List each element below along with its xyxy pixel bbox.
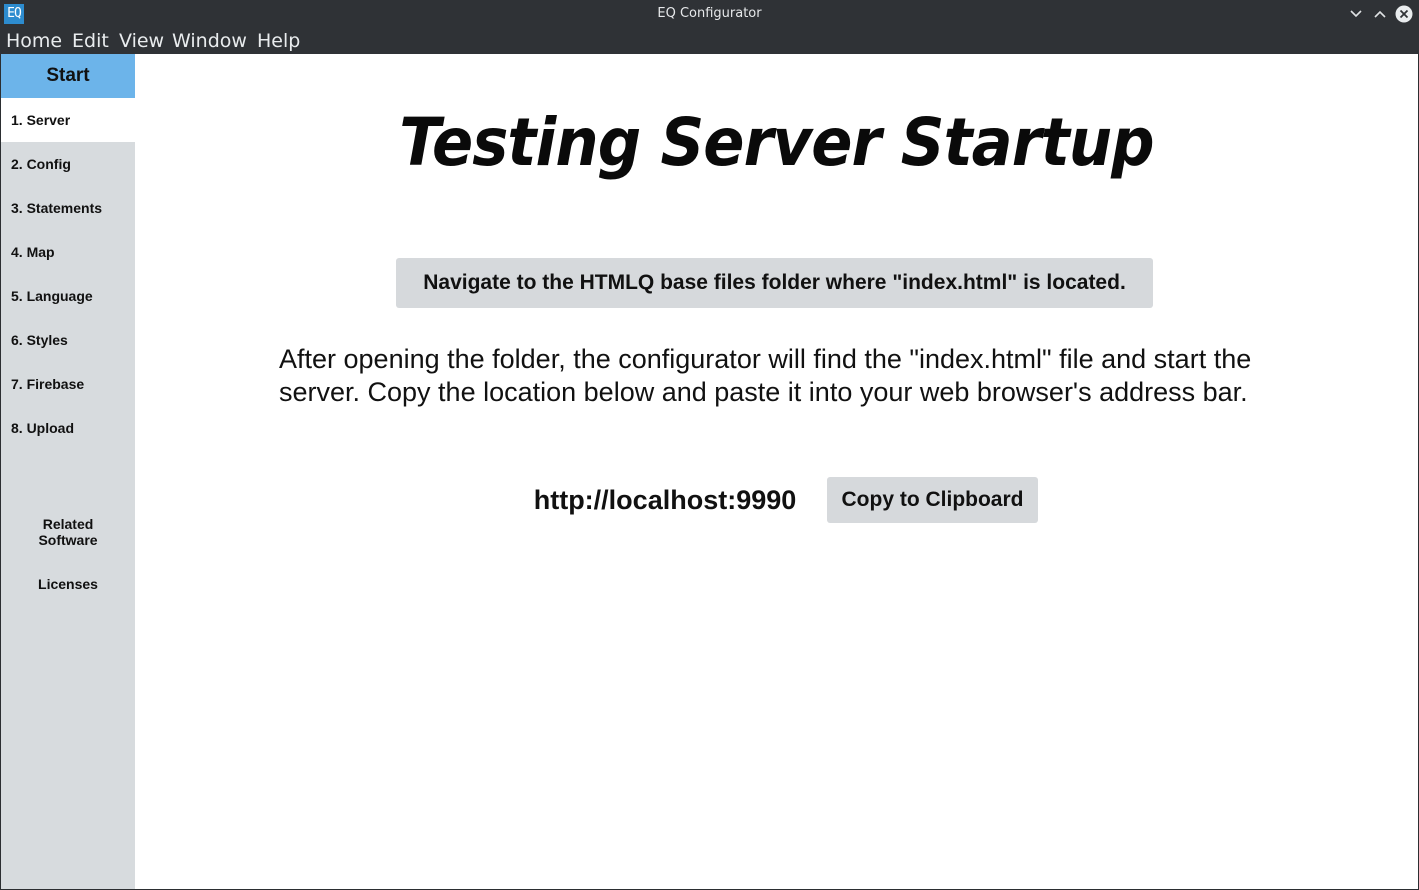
sidebar-item-licenses[interactable]: Licenses bbox=[1, 576, 135, 592]
sidebar-item-statements[interactable]: 3. Statements bbox=[1, 186, 135, 230]
menu-window[interactable]: Window bbox=[172, 28, 247, 54]
navigate-folder-button[interactable]: Navigate to the HTMLQ base files folder … bbox=[396, 258, 1153, 308]
sidebar-item-upload[interactable]: 8. Upload bbox=[1, 406, 135, 450]
related-software-line1: Related bbox=[42, 516, 94, 532]
menu-help[interactable]: Help bbox=[257, 28, 300, 54]
main-panel: Testing Server Startup Navigate to the H… bbox=[135, 54, 1418, 889]
sidebar: Start 1. Server 2. Config 3. Statements … bbox=[1, 54, 135, 889]
server-url: http://localhost:9990 bbox=[533, 485, 797, 515]
instructions-text: After opening the folder, the configurat… bbox=[279, 344, 1252, 407]
close-icon[interactable] bbox=[1395, 5, 1413, 23]
sidebar-item-start[interactable]: Start bbox=[1, 54, 135, 98]
window-title: EQ Configurator bbox=[657, 6, 762, 21]
page-title: Testing Server Startup bbox=[399, 104, 1154, 181]
sidebar-item-firebase[interactable]: 7. Firebase bbox=[1, 362, 135, 406]
sidebar-item-config[interactable]: 2. Config bbox=[1, 142, 135, 186]
client-area: Start 1. Server 2. Config 3. Statements … bbox=[1, 54, 1418, 889]
sidebar-item-styles[interactable]: 6. Styles bbox=[1, 318, 135, 362]
menu-edit[interactable]: Edit bbox=[72, 28, 109, 54]
title-bar: EQ EQ Configurator bbox=[0, 0, 1419, 28]
copy-to-clipboard-button[interactable]: Copy to Clipboard bbox=[827, 477, 1038, 523]
menu-home[interactable]: Home bbox=[6, 28, 62, 54]
related-software-line2: Software bbox=[38, 532, 98, 548]
chevron-down-icon[interactable] bbox=[1347, 5, 1365, 23]
sidebar-item-server[interactable]: 1. Server bbox=[1, 98, 135, 142]
sidebar-item-related-software[interactable]: Related Software bbox=[1, 516, 135, 548]
chevron-up-icon[interactable] bbox=[1371, 5, 1389, 23]
sidebar-item-map[interactable]: 4. Map bbox=[1, 230, 135, 274]
sidebar-item-language[interactable]: 5. Language bbox=[1, 274, 135, 318]
menu-view[interactable]: View bbox=[119, 28, 164, 54]
menu-bar: Home Edit View Window Help bbox=[0, 28, 1419, 54]
